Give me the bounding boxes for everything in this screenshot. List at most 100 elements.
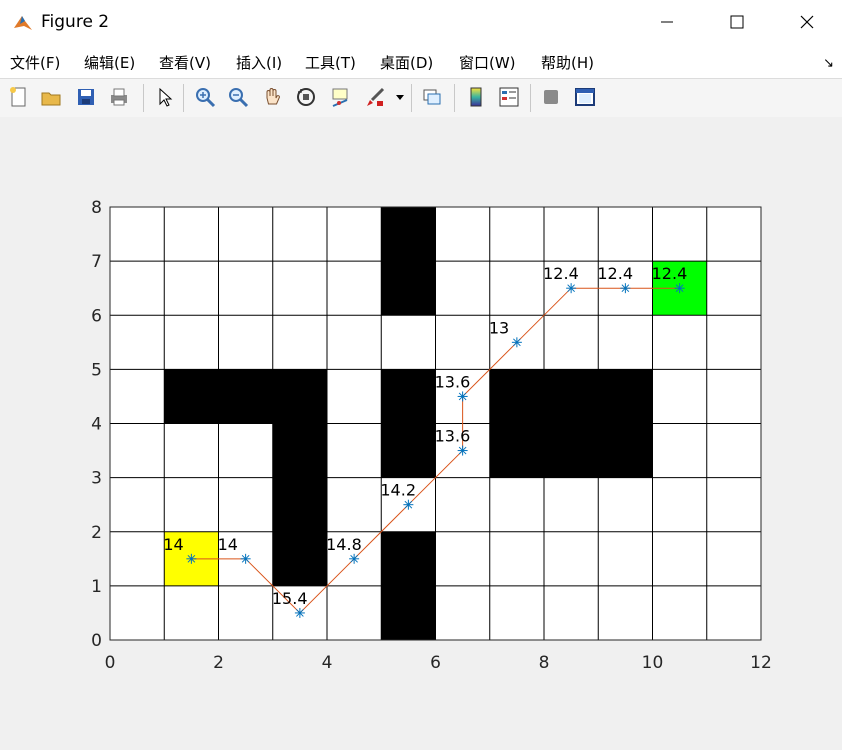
path-point-marker (403, 499, 414, 510)
path-point-label: 14.2 (380, 481, 416, 500)
menu-view[interactable]: 查看(V) (159, 52, 211, 73)
pointer-icon (159, 87, 173, 107)
path-point-label: 12.4 (543, 264, 579, 283)
new-figure-button[interactable] (6, 84, 32, 110)
zoom-in-button[interactable] (192, 84, 218, 110)
maximize-button[interactable] (702, 0, 772, 44)
obstacle-cell (272, 423, 327, 478)
path-point-marker (511, 337, 522, 348)
menu-insert[interactable]: 插入(I) (236, 52, 282, 73)
obstacle-cell (598, 423, 653, 478)
path-point-label: 15.4 (272, 589, 308, 608)
close-icon (800, 15, 814, 29)
y-tick-label: 8 (91, 198, 102, 218)
print-button[interactable] (106, 84, 132, 110)
pan-icon (266, 88, 281, 105)
path-point-marker (566, 283, 577, 294)
colorbar-icon (470, 87, 482, 107)
zoom-in-icon (196, 88, 216, 108)
save-button[interactable] (73, 84, 99, 110)
matlab-logo-icon (14, 16, 32, 30)
obstacle-cell (544, 369, 599, 424)
path-point-marker (674, 283, 685, 294)
y-tick-label: 1 (91, 577, 102, 597)
zoom-out-button[interactable] (225, 84, 251, 110)
obstacle-cell (381, 531, 436, 586)
plot-axes[interactable]: 0 2 4 6 8 10 1201234567814 1415.414.814.213.613… (0, 117, 842, 750)
zoom-out-icon (229, 88, 249, 108)
figure-canvas[interactable]: 0 2 4 6 8 10 12 0 1 2 3 4 5 6 7 8 14 14 15.4 14.8 14.2 13.6 13… (0, 117, 842, 750)
close-button[interactable] (772, 0, 842, 44)
data-cursor-button[interactable] (327, 84, 353, 110)
obstacle-cell (489, 369, 544, 424)
menu-file[interactable]: 文件(F) (10, 52, 60, 73)
link-plot-button[interactable] (419, 84, 445, 110)
open-file-button[interactable] (38, 84, 64, 110)
obstacle-cell (489, 423, 544, 478)
new-figure-icon (10, 87, 26, 107)
obstacle-cell (218, 369, 273, 424)
path-point-label: 14 (163, 535, 183, 554)
rotate-3d-icon (297, 88, 315, 106)
path-point-label: 14.8 (326, 535, 362, 554)
legend-icon (499, 87, 519, 107)
path-point-marker (457, 391, 468, 402)
obstacle-cell (598, 369, 653, 424)
obstacle-cell (272, 369, 327, 424)
menu-desktop[interactable]: 桌面(D) (380, 52, 433, 73)
x-tick-label: 0 (105, 653, 116, 673)
rotate-3d-button[interactable] (293, 84, 319, 110)
y-tick-label: 6 (91, 306, 102, 326)
brush-button[interactable] (362, 84, 388, 110)
brush-dropdown-button[interactable] (392, 84, 408, 110)
window-title: Figure 2 (41, 12, 110, 32)
obstacle-cell (381, 423, 436, 478)
y-tick-label: 2 (91, 523, 102, 543)
obstacle-cell (381, 261, 436, 316)
toolbar-separator (411, 84, 412, 112)
y-tick-label: 7 (91, 252, 102, 272)
path-point-label: 13 (489, 318, 509, 337)
maximize-icon (730, 15, 744, 29)
path-point-label: 13.6 (435, 427, 471, 446)
minimize-button[interactable] (632, 0, 702, 44)
link-plot-icon (423, 89, 441, 105)
obstacle-cell (544, 423, 599, 478)
x-tick-label: 12 (750, 653, 772, 673)
toolbar-separator (454, 84, 455, 112)
obstacle-cell (272, 477, 327, 532)
title-bar: Figure 2 (0, 0, 842, 44)
dock-arrow-icon[interactable]: ↘ (823, 56, 834, 71)
obstacle-cell (381, 585, 436, 640)
show-plot-tools-icon (575, 88, 595, 106)
obstacle-cell (272, 531, 327, 586)
path-point-marker (294, 607, 305, 618)
chevron-down-icon (396, 95, 404, 100)
menu-help[interactable]: 帮助(H) (541, 52, 594, 73)
menu-tools[interactable]: 工具(T) (305, 52, 356, 73)
obstacle-cell (381, 207, 436, 262)
y-tick-label: 5 (91, 360, 102, 380)
y-tick-label: 4 (91, 415, 102, 435)
toolbar-separator (143, 84, 144, 112)
pan-button[interactable] (259, 84, 285, 110)
menu-edit[interactable]: 编辑(E) (84, 52, 135, 73)
hide-plot-tools-button[interactable] (538, 84, 564, 110)
obstacle-cell (381, 369, 436, 424)
show-plot-tools-button[interactable] (572, 84, 598, 110)
toolbar-separator (183, 84, 184, 112)
colorbar-button[interactable] (463, 84, 489, 110)
print-icon (111, 88, 127, 106)
edit-plot-button[interactable] (152, 84, 178, 110)
path-point-marker (457, 445, 468, 456)
x-tick-label: 10 (642, 653, 664, 673)
minimize-icon (661, 21, 673, 23)
y-tick-label: 0 (91, 631, 102, 651)
path-point-label: 12.4 (597, 264, 633, 283)
x-tick-label: 6 (430, 653, 441, 673)
legend-button[interactable] (496, 84, 522, 110)
save-icon (78, 89, 94, 105)
x-tick-label: 8 (539, 653, 550, 673)
y-tick-label: 3 (91, 469, 102, 489)
menu-window[interactable]: 窗口(W) (459, 52, 516, 73)
